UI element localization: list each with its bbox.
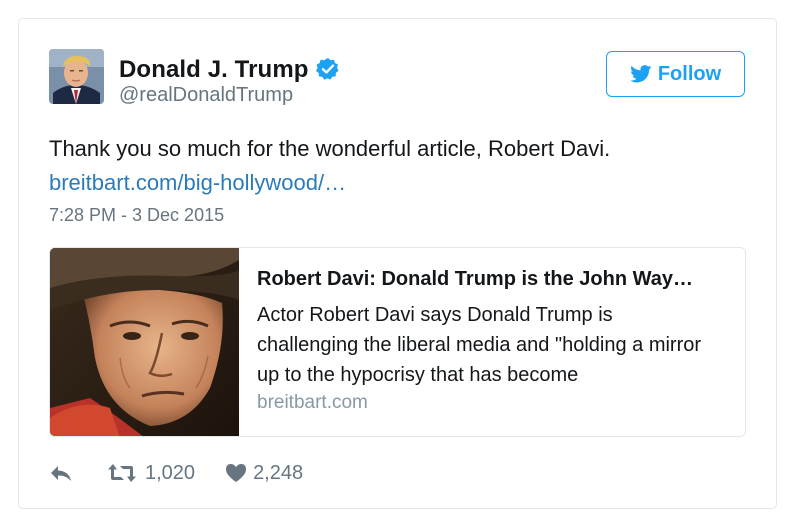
user-handle[interactable]: @realDonaldTrump xyxy=(119,84,293,107)
profile-photo-icon xyxy=(49,49,104,104)
verified-badge-icon xyxy=(316,58,339,80)
heart-icon xyxy=(226,464,247,482)
card-description: Actor Robert Davi says Donald Trump is c… xyxy=(257,304,702,386)
retweet-icon xyxy=(108,464,136,482)
reply-icon xyxy=(51,466,71,481)
retweet-button[interactable]: 1,020 xyxy=(107,462,195,485)
link-preview-card[interactable]: Robert Davi: Donald Trump is the John Wa… xyxy=(49,247,746,437)
follow-label: Follow xyxy=(657,62,722,85)
like-count: 2,248 xyxy=(253,461,304,484)
display-name[interactable]: Donald J. Trump xyxy=(119,56,309,84)
card-title: Robert Davi: Donald Trump is the John Wa… xyxy=(257,268,693,290)
tweet-link[interactable]: breitbart.com/big-hollywood/… xyxy=(49,167,346,199)
twitter-bird-icon xyxy=(629,65,652,83)
avatar[interactable] xyxy=(49,49,104,104)
retweet-count: 1,020 xyxy=(145,461,196,484)
tweet-card: Donald J. Trump @realDonaldTrump Follow … xyxy=(18,18,777,509)
follow-button[interactable]: Follow xyxy=(606,51,745,97)
reply-button[interactable] xyxy=(49,463,73,483)
john-wayne-portrait-icon xyxy=(50,248,239,436)
tweet-timestamp[interactable]: 7:28 PM - 3 Dec 2015 xyxy=(49,205,224,226)
tweet-text: Thank you so much for the wonderful arti… xyxy=(49,136,611,161)
card-domain: breitbart.com xyxy=(257,392,368,413)
tweet-actions: 1,020 2,248 xyxy=(49,459,303,487)
like-button[interactable]: 2,248 xyxy=(225,462,303,485)
card-image xyxy=(50,248,239,436)
